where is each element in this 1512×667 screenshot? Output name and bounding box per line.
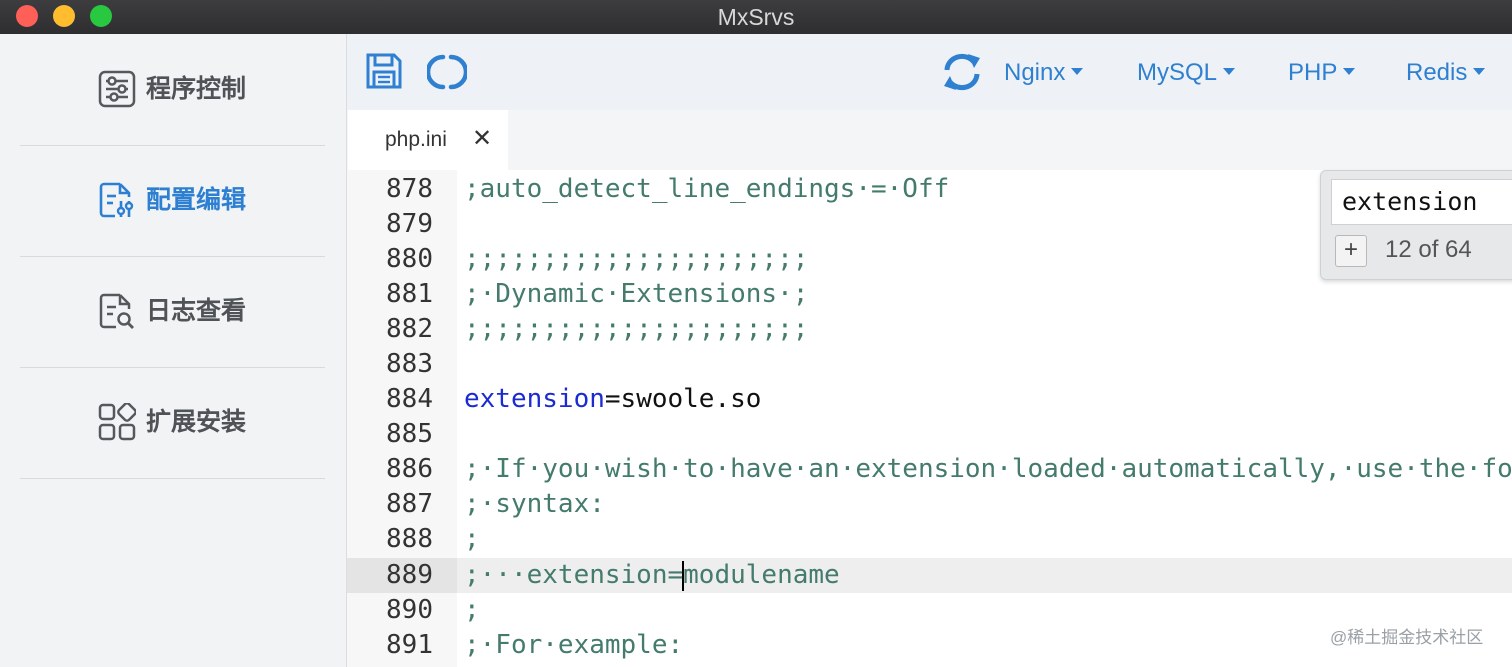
line-number: 890 [386,595,433,625]
sidebar-item-extension-install[interactable]: 扩展安装 [20,367,325,479]
menu-label: Nginx [1004,59,1066,86]
sliders-icon [98,70,136,108]
text-cursor [682,561,684,591]
menu-label: Redis [1406,59,1468,86]
php-menu[interactable]: PHP [1288,58,1356,88]
sidebar-item-label: 扩展安装 [146,407,247,436]
sidebar-item-label: 日志查看 [146,296,247,325]
close-tab-icon[interactable]: ✕ [472,124,492,154]
toolbar: Nginx MySQL PHP Redis [347,34,1512,111]
code-text: ;·Dynamic·Extensions·; [464,279,809,309]
code-line: 885 [347,417,1512,452]
menu-label: MySQL [1137,59,1218,86]
code-line: 882 ;;;;;;;;;;;;;;;;;;;;;; [347,312,1512,347]
line-number: 882 [386,314,433,344]
sidebar-item-label: 配置编辑 [146,185,247,214]
sync-button[interactable] [941,52,983,92]
nginx-menu[interactable]: Nginx [1004,58,1084,88]
reload-button[interactable] [425,52,469,92]
line-number: 884 [386,384,433,414]
sidebar: 程序控制 配置编辑 日志查看 扩展安装 [0,34,347,667]
sidebar-item-config-edit[interactable]: 配置编辑 [20,145,325,257]
code-line: 886 ;·If·you·wish·to·have·an·extension·l… [347,452,1512,487]
sidebar-item-log-view[interactable]: 日志查看 [20,256,325,368]
code-line: 887 ;·syntax: [347,487,1512,522]
line-number: 887 [386,489,433,519]
line-number: 886 [386,454,433,484]
search-match-count: 12 of 64 [1385,236,1472,263]
code-text: ;···extension=modulename [464,560,840,590]
title-bar: MxSrvs [0,0,1512,34]
sidebar-item-program-control[interactable]: 程序控制 [20,34,325,146]
line-number: 891 [386,630,433,660]
code-line: 881 ;·Dynamic·Extensions·; [347,277,1512,312]
sidebar-item-label: 程序控制 [146,74,247,103]
code-text: ;auto_detect_line_endings·=·Off [464,174,950,204]
directive-keyword: extension [464,384,605,414]
watermark: @稀土掘金技术社区 [1330,628,1484,647]
caret-down-icon [1473,68,1486,76]
config-edit-icon [99,182,134,218]
line-number: 889 [347,558,457,593]
search-panel: extension + 12 of 64 [1320,170,1512,280]
save-button[interactable] [365,52,403,90]
code-text: ;·For·example: [464,630,684,660]
directive-value: =swoole.so [604,384,762,414]
line-number: 888 [386,524,433,554]
line-number: 880 [386,244,433,274]
search-options-button[interactable]: + [1335,235,1367,267]
mysql-menu[interactable]: MySQL [1137,58,1236,88]
redis-menu[interactable]: Redis [1406,58,1486,88]
tab-bar: php.ini ✕ [347,110,1512,170]
line-number: 885 [386,419,433,449]
tab-php-ini[interactable]: php.ini ✕ [348,110,508,170]
line-number: 881 [386,279,433,309]
caret-down-icon [1223,68,1236,76]
code-text: ; [464,595,480,625]
reload-icon [425,54,469,90]
code-line: 884 extension=swoole.so [347,382,1512,417]
code-line: 883 [347,347,1512,382]
apps-grid-icon [98,403,136,441]
code-text: extension=swoole.so [464,382,761,417]
line-number: 879 [386,209,433,239]
search-input[interactable]: extension [1331,179,1512,225]
menu-label: PHP [1288,59,1338,86]
code-text: ;;;;;;;;;;;;;;;;;;;;;; [464,244,809,274]
log-search-icon [99,293,134,329]
code-line: 890 ; [347,593,1512,628]
code-line: 888 ; [347,522,1512,557]
line-number: 883 [386,349,433,379]
tab-label: php.ini [385,128,447,151]
caret-down-icon [1071,68,1084,76]
window-title: MxSrvs [717,4,795,30]
caret-down-icon [1343,68,1356,76]
current-code-line: 889 ;···extension=modulename [347,558,1512,593]
code-text: ; [464,524,480,554]
code-text: ;;;;;;;;;;;;;;;;;;;;;; [464,314,809,344]
sync-icon [944,53,980,91]
line-number: 878 [386,174,433,204]
save-icon [366,53,402,89]
code-text: ;·syntax: [464,489,605,519]
code-text: ;·If·you·wish·to·have·an·extension·loade… [464,454,1512,484]
